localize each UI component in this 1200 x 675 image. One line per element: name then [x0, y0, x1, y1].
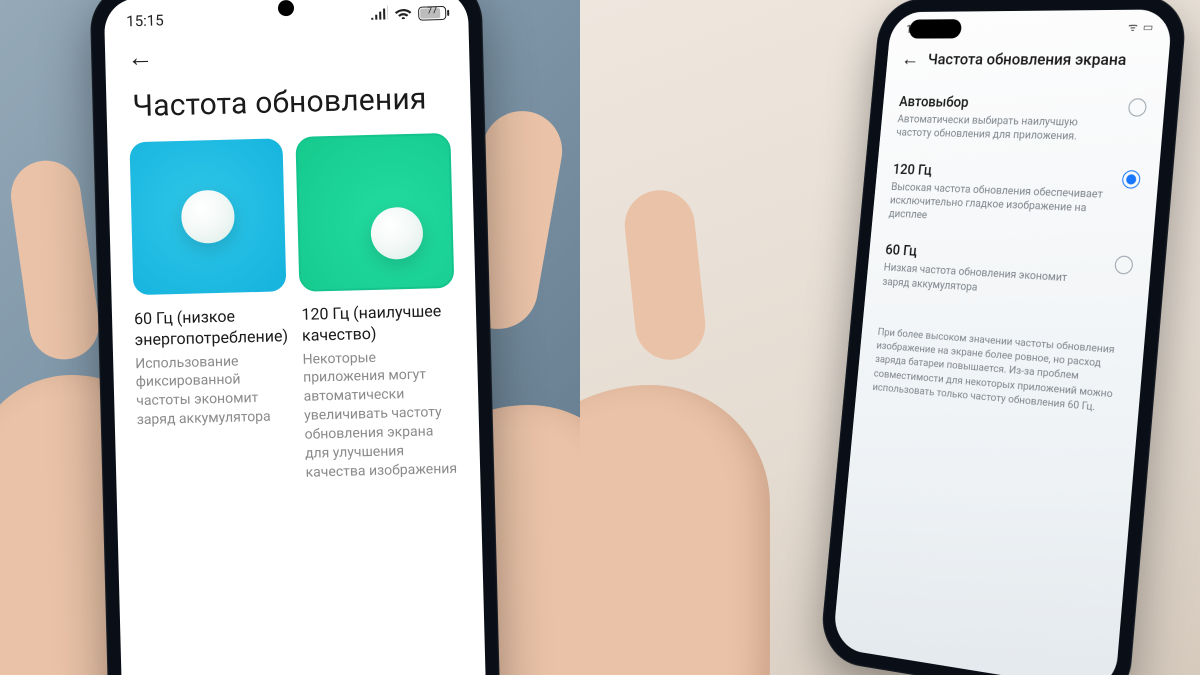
- option-120hz-card[interactable]: [296, 134, 453, 291]
- phone-left: 15:15 77 ← Частота обновлени: [89, 0, 502, 675]
- status-icons: 77: [370, 4, 446, 24]
- dual-punch-hole-camera-icon: [909, 19, 963, 38]
- option-descriptions: 60 Гц (низкое энергопотребление) Использ…: [111, 286, 480, 487]
- option-120hz-text: Некоторые приложения могут автоматически…: [302, 346, 458, 482]
- preview-orb-icon: [181, 190, 234, 243]
- battery-icon: ▭: [1142, 21, 1153, 34]
- radio-icon: [1114, 256, 1134, 275]
- page-title: Частота обновления: [106, 70, 472, 143]
- option-60hz-text: Использование фиксированной частоты экон…: [135, 351, 290, 431]
- wifi-icon: ᯤ: [1127, 20, 1138, 35]
- option-auto-desc: Автоматически выбирать наилучшую частоту…: [896, 113, 1146, 146]
- finger-shape: [621, 187, 708, 363]
- cellular-signal-icon: [370, 5, 388, 23]
- footnote-text: При более высоком значении частоты обнов…: [856, 299, 1146, 418]
- phone-right: 18:26 ᯤ ▭ ← Частота обновления экрана Ав…: [819, 0, 1188, 675]
- status-icons: ᯤ ▭: [1127, 20, 1154, 35]
- option-60hz-desc: 60 Гц (низкое энергопотребление) Использ…: [134, 305, 292, 487]
- refresh-rate-cards: [107, 133, 475, 295]
- page-title: Частота обновления экрана: [927, 50, 1127, 69]
- option-120hz[interactable]: 120 Гц Высокая частота обновления обеспе…: [871, 151, 1160, 245]
- option-120hz-desc: Высокая частота обновления обеспечивает …: [888, 180, 1139, 232]
- radio-icon: [1128, 98, 1147, 116]
- option-auto[interactable]: Автовыбор Автоматически выбирать наилучш…: [879, 84, 1166, 158]
- back-button[interactable]: ←: [900, 47, 920, 71]
- option-60hz-card[interactable]: [129, 138, 286, 295]
- option-120hz-label: 120 Гц (наилучшее качество): [301, 301, 455, 347]
- finger-shape: [6, 156, 103, 364]
- option-60hz-label: 60 Гц (низкое энергопотребление): [134, 305, 288, 351]
- phone-left-screen: 15:15 77 ← Частота обновлени: [104, 0, 489, 675]
- radio-selected-icon: [1122, 170, 1141, 189]
- left-photo-area: 15:15 77 ← Частота обновлени: [0, 0, 580, 675]
- battery-icon: 77: [418, 6, 446, 21]
- phone-right-screen: 18:26 ᯤ ▭ ← Частота обновления экрана Ав…: [832, 9, 1173, 675]
- battery-percent: 77: [419, 6, 445, 17]
- preview-orb-icon: [370, 207, 423, 260]
- back-button[interactable]: ←: [127, 42, 154, 74]
- option-120hz-desc: 120 Гц (наилучшее качество) Некоторые пр…: [301, 301, 458, 483]
- right-photo-area: 18:26 ᯤ ▭ ← Частота обновления экрана Ав…: [580, 0, 1200, 675]
- hand-shape: [580, 385, 770, 675]
- option-auto-label: Автовыбор: [898, 94, 1147, 114]
- wifi-icon: [394, 5, 412, 23]
- status-time: 15:15: [126, 11, 164, 30]
